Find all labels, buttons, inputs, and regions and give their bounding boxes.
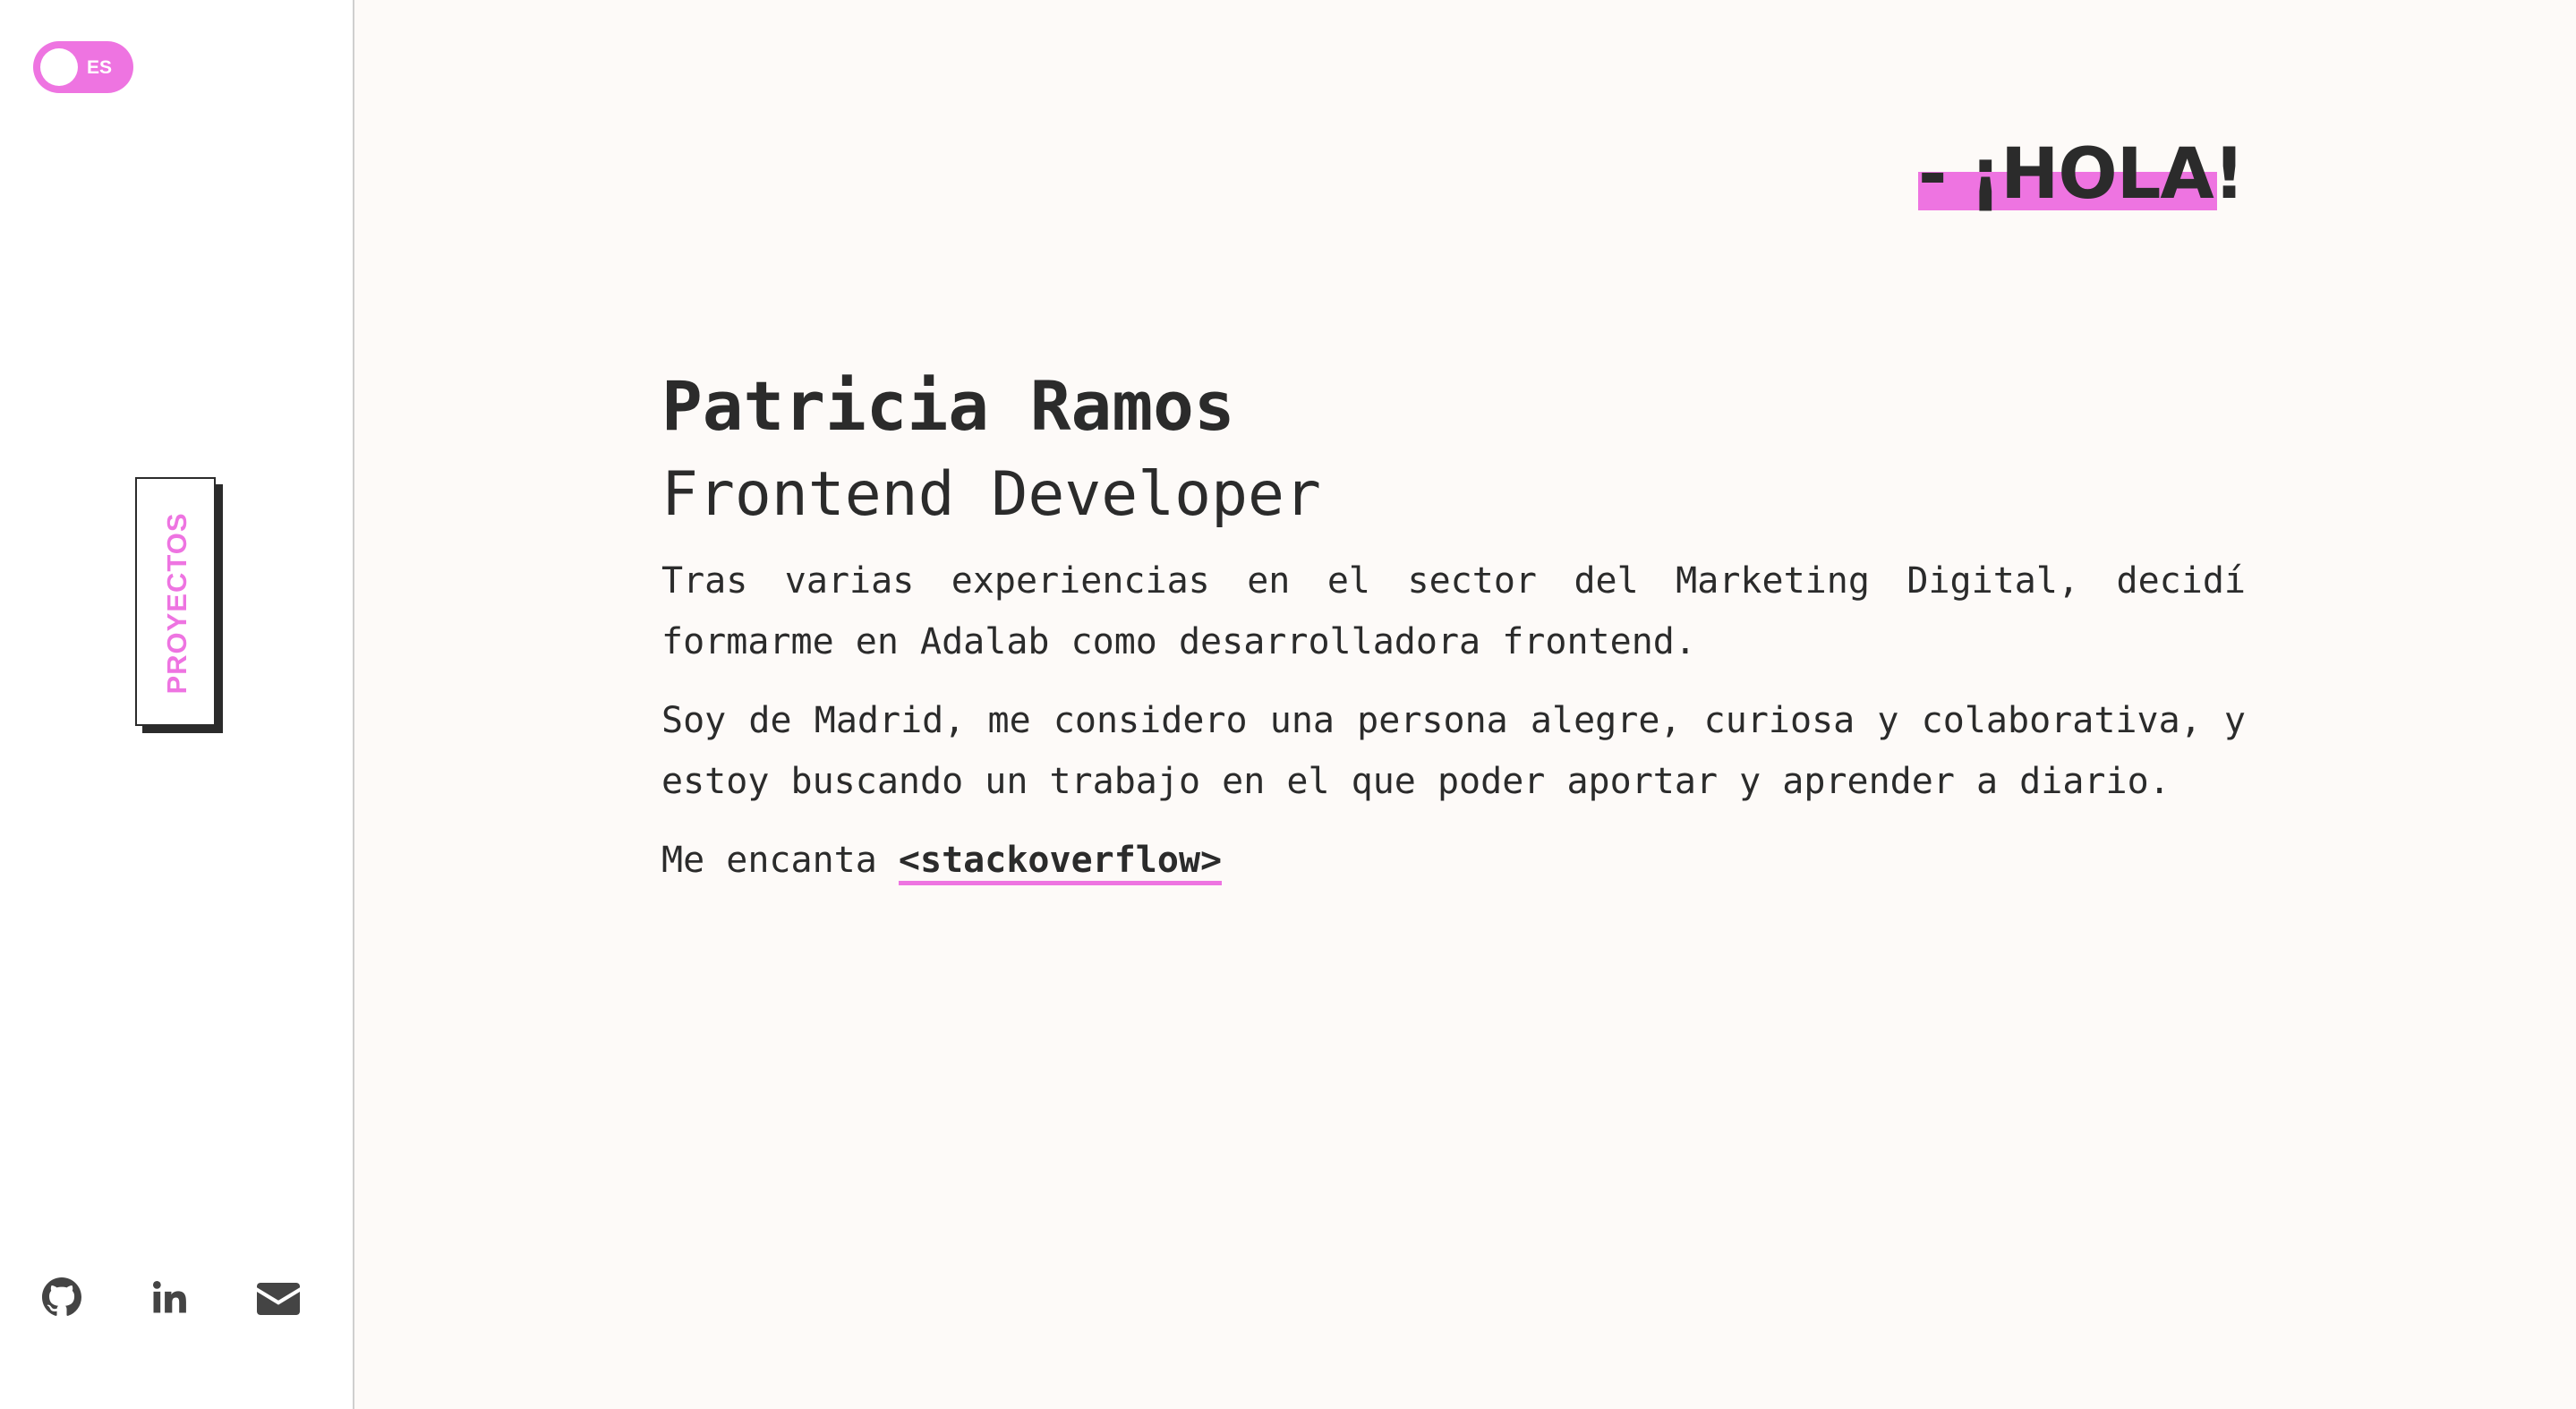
- linkedin-link[interactable]: [146, 1274, 192, 1320]
- profile-name: Patricia Ramos: [661, 366, 1235, 446]
- greeting-text: - ¡HOLA!: [1918, 134, 2245, 215]
- about-section: Patricia Ramos Frontend Developer Tras v…: [661, 363, 2246, 891]
- github-link[interactable]: [38, 1274, 85, 1320]
- linkedin-icon: [150, 1278, 188, 1316]
- projects-button-label: PROYECTOS: [161, 512, 192, 695]
- interests-prefix: Me encanta: [661, 840, 899, 881]
- projects-button-wrapper: PROYECTOS: [135, 477, 223, 733]
- bio-paragraph: Tras varias experiencias en el sector de…: [661, 560, 2246, 662]
- stackoverflow-link[interactable]: <stackoverflow>: [898, 840, 1223, 885]
- language-label: ES: [87, 57, 113, 78]
- bio-paragraph: Soy de Madrid, me considero una persona …: [661, 700, 2246, 802]
- github-icon: [42, 1277, 81, 1317]
- interests-paragraph: Me encanta <stackoverflow>: [661, 830, 2246, 891]
- email-link[interactable]: [255, 1274, 302, 1320]
- language-toggle[interactable]: ES: [33, 41, 133, 93]
- projects-button[interactable]: PROYECTOS: [135, 477, 216, 726]
- profile-role: Frontend Developer: [661, 459, 1321, 530]
- sidebar: ES PROYECTOS: [0, 0, 354, 1409]
- toggle-knob: [40, 48, 78, 86]
- envelope-icon: [257, 1279, 300, 1315]
- greeting-block: - ¡HOLA!: [1918, 134, 2245, 215]
